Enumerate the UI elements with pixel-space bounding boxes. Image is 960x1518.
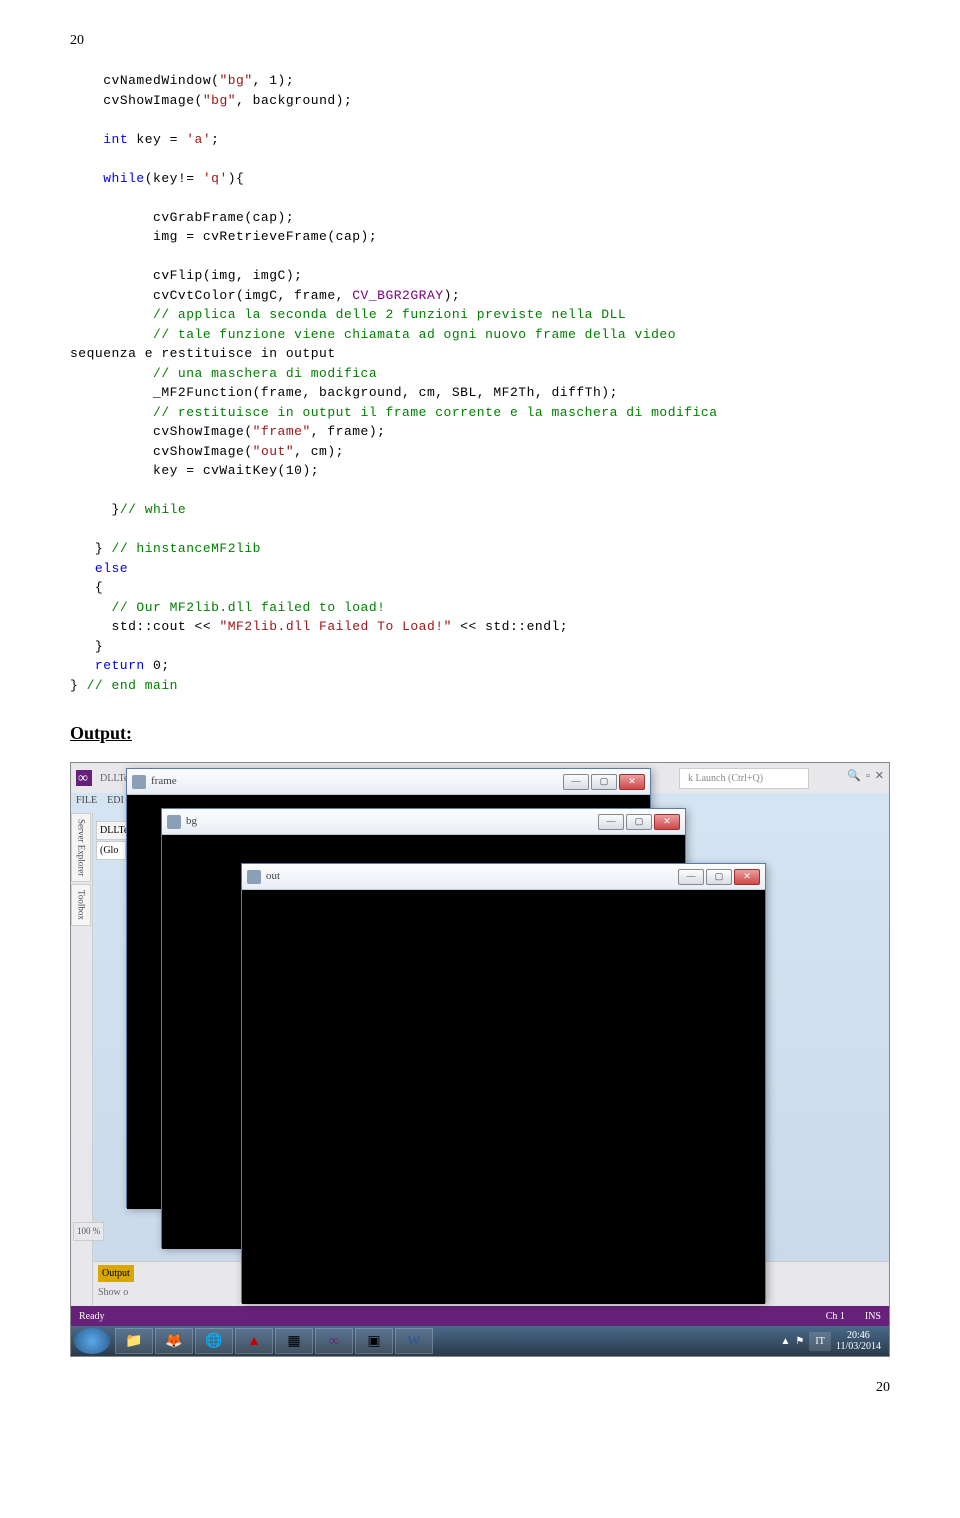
bg-window-title: bg (186, 813, 598, 830)
task-word-icon[interactable]: W (395, 1328, 433, 1354)
task-explorer-icon[interactable]: 📁 (115, 1328, 153, 1354)
vs-menu-bar: FILE EDI (71, 793, 129, 811)
windows-taskbar: 📁 🦊 🌐 ▲ ▦ ∞ ▣ W ▲ ⚑ IT 20:46 11/03/2014 (71, 1326, 889, 1356)
task-adobe-icon[interactable]: ▲ (235, 1328, 273, 1354)
task-opencv-icon[interactable]: ▣ (355, 1328, 393, 1354)
start-button[interactable] (74, 1328, 110, 1354)
status-col: Ch 1 (826, 1311, 845, 1322)
tray-date[interactable]: 11/03/2014 (836, 1341, 881, 1352)
out-window[interactable]: out — ▢ ✕ (241, 863, 766, 1303)
task-chrome-icon[interactable]: 🌐 (195, 1328, 233, 1354)
out-window-title: out (266, 868, 678, 885)
search-icon[interactable]: 🔍 (847, 768, 861, 785)
system-tray: ▲ ⚑ IT 20:46 11/03/2014 (780, 1330, 886, 1352)
menu-file[interactable]: FILE (76, 793, 97, 811)
visual-studio-icon (76, 770, 92, 786)
maximize-button[interactable]: ▢ (591, 774, 617, 790)
vs-status-bar: Ready Ch 1 INS (71, 1306, 889, 1326)
output-screenshot: DLLTe k Launch (Ctrl+Q) 🔍 ▫ ✕ FILE EDI S… (70, 762, 890, 1357)
tray-flag-icon[interactable]: ⚑ (795, 1334, 804, 1349)
out-window-titlebar[interactable]: out — ▢ ✕ (242, 864, 765, 890)
menu-edit[interactable]: EDI (107, 793, 124, 811)
vs-maximize-icon[interactable]: ▫ (866, 768, 870, 785)
vs-top-right-controls: 🔍 ▫ ✕ (847, 768, 884, 785)
task-app-icon[interactable]: ▦ (275, 1328, 313, 1354)
bg-window-titlebar[interactable]: bg — ▢ ✕ (162, 809, 685, 835)
close-button[interactable]: ✕ (734, 869, 760, 885)
toolbox-tab[interactable]: Toolbox (71, 884, 91, 926)
opencv-icon (132, 775, 146, 789)
frame-window-title: frame (151, 773, 563, 790)
frame-window-titlebar[interactable]: frame — ▢ ✕ (127, 769, 650, 795)
vs-scope-dropdown[interactable]: (Glo (96, 841, 126, 860)
status-ready: Ready (79, 1309, 105, 1324)
close-button[interactable]: ✕ (619, 774, 645, 790)
minimize-button[interactable]: — (598, 814, 624, 830)
minimize-button[interactable]: — (563, 774, 589, 790)
tray-language[interactable]: IT (809, 1332, 830, 1351)
tray-up-icon[interactable]: ▲ (780, 1334, 790, 1349)
tray-time[interactable]: 20:46 (836, 1330, 881, 1341)
maximize-button[interactable]: ▢ (626, 814, 652, 830)
minimize-button[interactable]: — (678, 869, 704, 885)
quick-launch-input[interactable]: k Launch (Ctrl+Q) (679, 768, 809, 789)
zoom-level[interactable]: 100 % (73, 1222, 104, 1242)
code-listing: cvNamedWindow("bg", 1); cvShowImage("bg"… (70, 71, 890, 695)
output-tab[interactable]: Output (98, 1265, 134, 1282)
output-heading: Output: (70, 720, 890, 747)
opencv-icon (167, 815, 181, 829)
page-number-top: 20 (70, 30, 890, 51)
vs-project-name: DLLTe (100, 771, 128, 786)
maximize-button[interactable]: ▢ (706, 869, 732, 885)
close-button[interactable]: ✕ (654, 814, 680, 830)
task-vs-icon[interactable]: ∞ (315, 1328, 353, 1354)
task-firefox-icon[interactable]: 🦊 (155, 1328, 193, 1354)
opencv-icon (247, 870, 261, 884)
page-number-bottom: 20 (70, 1377, 890, 1398)
server-explorer-tab[interactable]: Server Explorer (71, 813, 91, 882)
vs-close-icon[interactable]: ✕ (875, 768, 884, 785)
status-ins: INS (865, 1311, 881, 1322)
out-window-content (242, 890, 765, 1304)
